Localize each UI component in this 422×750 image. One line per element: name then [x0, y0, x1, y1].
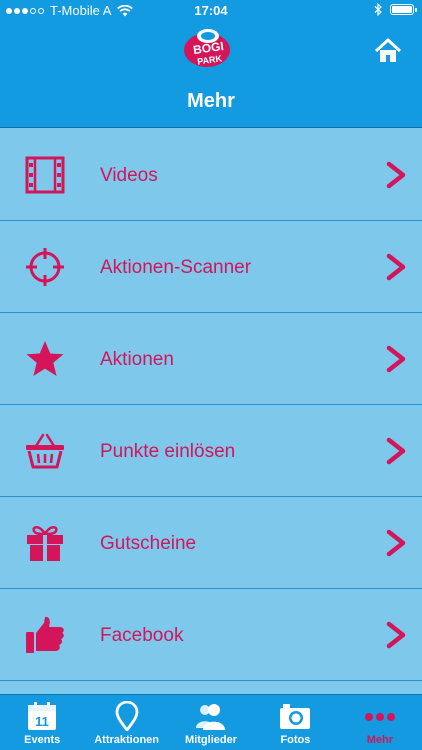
- tab-label: Mitglieder: [185, 734, 237, 746]
- menu-item-label: Aktionen: [100, 349, 174, 370]
- camera-icon: [280, 704, 311, 729]
- tab-events[interactable]: 11 Events: [0, 695, 84, 750]
- star-icon: [26, 341, 64, 376]
- menu-item-label: Facebook: [100, 625, 184, 646]
- menu-item-label: Gutscheine: [100, 533, 197, 554]
- menu-item-aktionen-scanner[interactable]: Aktionen-Scanner: [0, 221, 422, 313]
- bluetooth-icon: [374, 3, 382, 16]
- menu-item-label: Aktionen-Scanner: [100, 257, 252, 278]
- more-menu-list: Videos Aktionen-Scanner Aktionen Punkte …: [0, 129, 422, 681]
- status-bar: T-Mobile A 17:04: [0, 0, 422, 22]
- tab-bar: 11 Events Attraktionen Mitglieder Fotos: [0, 694, 422, 750]
- svg-text:PARK: PARK: [197, 53, 223, 66]
- tab-label: Attraktionen: [94, 734, 159, 746]
- thumbs-up-icon: [26, 616, 64, 653]
- chevron-right-icon: [386, 161, 406, 189]
- page-title: Mehr: [187, 90, 235, 112]
- menu-item-label: Videos: [100, 165, 158, 186]
- chevron-right-icon: [386, 345, 406, 373]
- menu-item-punkte-einloesen[interactable]: Punkte einlösen: [0, 405, 422, 497]
- tab-mitglieder[interactable]: Mitglieder: [169, 695, 253, 750]
- menu-item-gutscheine[interactable]: Gutscheine: [0, 497, 422, 589]
- tab-label: Mehr: [366, 734, 393, 746]
- menu-item-aktionen[interactable]: Aktionen: [0, 313, 422, 405]
- bogi-park-logo: BOGI PARK: [184, 29, 230, 67]
- menu-item-label: Punkte einlösen: [100, 441, 236, 462]
- film-icon: [25, 156, 65, 194]
- location-pin-icon: [115, 701, 139, 731]
- menu-item-facebook[interactable]: Facebook: [0, 589, 422, 681]
- calendar-day: 11: [35, 714, 49, 729]
- calendar-icon: 11: [28, 702, 57, 730]
- chevron-right-icon: [386, 253, 406, 281]
- menu-item-videos[interactable]: Videos: [0, 129, 422, 221]
- chevron-right-icon: [386, 437, 406, 465]
- basket-icon: [26, 433, 64, 469]
- status-bar-right: [374, 3, 417, 16]
- battery-icon: [390, 4, 417, 15]
- chevron-right-icon: [386, 621, 406, 649]
- tab-fotos[interactable]: Fotos: [253, 695, 337, 750]
- header: T-Mobile A 17:04 BOGI PARK Mehr: [0, 0, 422, 128]
- tab-mehr[interactable]: Mehr: [338, 695, 422, 750]
- tab-label: Events: [24, 734, 61, 746]
- members-icon: [196, 704, 226, 730]
- status-time: 17:04: [194, 3, 228, 18]
- chevron-right-icon: [386, 529, 406, 557]
- gift-icon: [27, 526, 63, 561]
- tab-attraktionen[interactable]: Attraktionen: [84, 695, 168, 750]
- more-dots-icon: [364, 713, 395, 721]
- home-button[interactable]: [374, 38, 402, 64]
- crosshair-icon: [26, 248, 64, 286]
- tab-label: Fotos: [280, 734, 311, 746]
